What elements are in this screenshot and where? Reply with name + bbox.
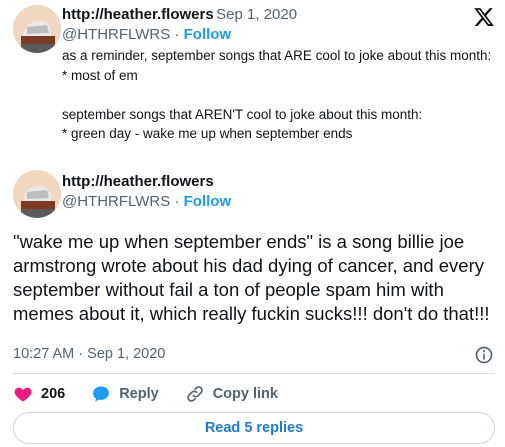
reply-button[interactable]: Reply — [91, 384, 159, 404]
x-logo-icon[interactable] — [473, 6, 495, 28]
quoted-handle[interactable]: @HTHRFLWRS — [62, 26, 170, 43]
quoted-author-name[interactable]: http://heather.flowers — [62, 6, 214, 23]
link-icon — [186, 386, 203, 402]
avatar[interactable] — [13, 170, 61, 218]
reply-label: Reply — [119, 386, 159, 402]
quoted-tweet-text: as a reminder, september songs that ARE … — [62, 48, 492, 141]
avatar-quoted[interactable] — [13, 5, 61, 53]
copy-link-button[interactable]: Copy link — [185, 384, 278, 404]
like-count: 206 — [41, 386, 66, 402]
tweet-timestamp[interactable]: 10:27 AM · Sep 1, 2020 — [13, 346, 165, 362]
author-name[interactable]: http://heather.flowers — [62, 173, 214, 190]
like-button[interactable]: 206 — [13, 384, 65, 404]
divider — [13, 373, 495, 374]
tweet-text: "wake me up when september ends" is a so… — [13, 231, 490, 324]
follow-button[interactable]: Follow — [184, 193, 232, 210]
reply-icon — [93, 386, 110, 402]
info-icon[interactable] — [474, 345, 494, 365]
copy-link-label: Copy link — [212, 386, 278, 402]
read-replies-button[interactable]: Read 5 replies — [13, 412, 495, 444]
quoted-follow-button[interactable]: Follow — [184, 26, 232, 43]
quoted-date[interactable]: · Sep 1, 2020 — [207, 6, 297, 23]
action-bar: 206 Reply Copy link — [13, 380, 304, 408]
author-handle[interactable]: @HTHRFLWRS — [62, 193, 170, 210]
heart-icon — [14, 387, 32, 402]
